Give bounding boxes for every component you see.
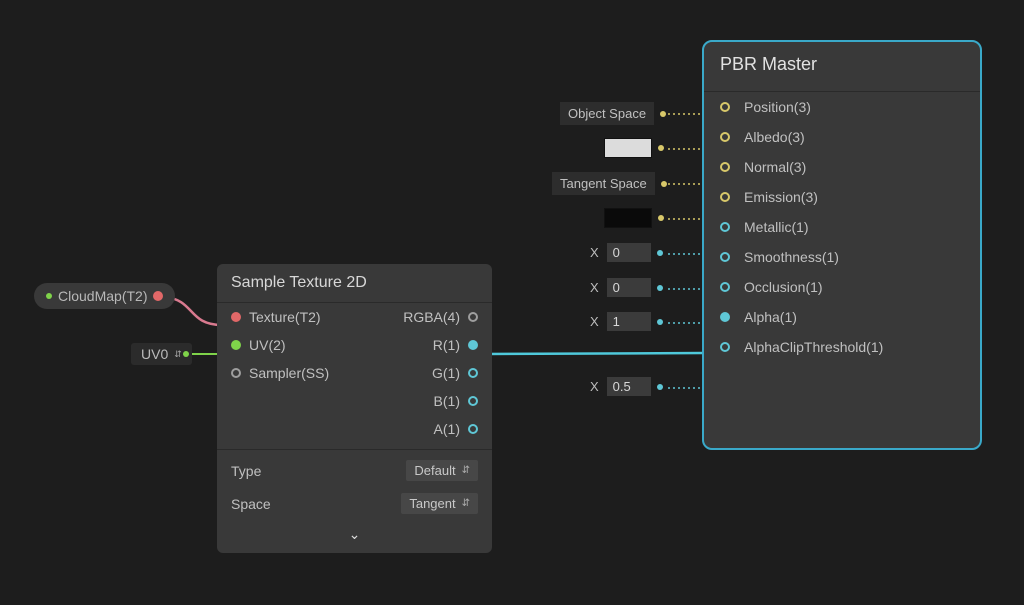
pbr-master-node[interactable]: PBR Master Position(3) Albedo(3) Normal(… [702, 40, 982, 450]
a-output-label: A(1) [434, 421, 460, 437]
g-output-port[interactable] [468, 368, 478, 378]
position-space-value: Object Space [560, 102, 654, 125]
pbr-node-title: PBR Master [704, 42, 980, 92]
connector-dot-icon [658, 215, 664, 221]
metallic-field-group[interactable]: X [590, 243, 663, 262]
alphaclip-field-group[interactable]: X [590, 377, 663, 396]
emission-swatch[interactable] [604, 208, 664, 228]
updown-icon: ⇵ [174, 350, 182, 358]
uv-input-label: UV(2) [249, 337, 286, 353]
metallic-label: Metallic(1) [744, 219, 809, 235]
normal-space-dropdown[interactable]: Tangent Space [552, 172, 667, 195]
position-port[interactable] [720, 102, 730, 112]
smoothness-port[interactable] [720, 252, 730, 262]
alphaclip-label: AlphaClipThreshold(1) [744, 339, 883, 355]
occlusion-port[interactable] [720, 282, 730, 292]
space-label: Space [231, 496, 271, 512]
alpha-port[interactable] [720, 312, 730, 322]
occlusion-field-group[interactable]: X [590, 312, 663, 331]
type-label: Type [231, 463, 261, 479]
sample-texture-2d-node[interactable]: Sample Texture 2D Texture(T2) RGBA(4) UV… [217, 264, 492, 553]
albedo-swatch[interactable] [604, 138, 664, 158]
sample-node-title: Sample Texture 2D [217, 264, 492, 303]
expand-preview-chevron-icon[interactable]: ⌄ [217, 520, 492, 553]
connector-dot-icon [661, 181, 667, 187]
alpha-label: Alpha(1) [744, 309, 797, 325]
position-label: Position(3) [744, 99, 811, 115]
rgba-output-label: RGBA(4) [403, 309, 460, 325]
status-dot-icon [46, 293, 52, 299]
color-swatch-dark[interactable] [604, 208, 652, 228]
smoothness-label: Smoothness(1) [744, 249, 839, 265]
normal-port[interactable] [720, 162, 730, 172]
smoothness-field[interactable] [607, 278, 651, 297]
uv0-label: UV0 [141, 346, 168, 362]
alphaclip-port[interactable] [720, 342, 730, 352]
color-swatch-light[interactable] [604, 138, 652, 158]
normal-space-value: Tangent Space [552, 172, 655, 195]
connector-dot-icon [657, 285, 663, 291]
albedo-port[interactable] [720, 132, 730, 142]
smoothness-field-group[interactable]: X [590, 278, 663, 297]
sampler-input-port[interactable] [231, 368, 241, 378]
cloudmap-output-port[interactable] [153, 291, 163, 301]
r-output-label: R(1) [433, 337, 460, 353]
albedo-label: Albedo(3) [744, 129, 805, 145]
x-label: X [590, 245, 601, 260]
x-label: X [590, 280, 601, 295]
metallic-port[interactable] [720, 222, 730, 232]
connector-dot-icon [657, 250, 663, 256]
position-space-dropdown[interactable]: Object Space [560, 102, 666, 125]
normal-label: Normal(3) [744, 159, 806, 175]
rgba-output-port[interactable] [468, 312, 478, 322]
emission-port[interactable] [720, 192, 730, 202]
uv-input-port[interactable] [231, 340, 241, 350]
dropdown-chevron-icon: ⇵ [462, 498, 470, 509]
type-value: Default [414, 463, 455, 478]
type-dropdown[interactable]: Default ⇵ [406, 460, 478, 481]
dropdown-chevron-icon: ⇵ [462, 465, 470, 476]
cloudmap-property-pill[interactable]: CloudMap(T2) [34, 283, 175, 309]
occlusion-label: Occlusion(1) [744, 279, 823, 295]
texture-input-port[interactable] [231, 312, 241, 322]
space-value: Tangent [409, 496, 455, 511]
cloudmap-label: CloudMap(T2) [58, 288, 147, 304]
x-label: X [590, 314, 601, 329]
alphaclip-field[interactable] [607, 377, 651, 396]
b-output-port[interactable] [468, 396, 478, 406]
connector-dot-icon [658, 145, 664, 151]
x-label: X [590, 379, 601, 394]
r-output-port[interactable] [468, 340, 478, 350]
sampler-input-label: Sampler(SS) [249, 365, 329, 381]
g-output-label: G(1) [432, 365, 460, 381]
b-output-label: B(1) [434, 393, 460, 409]
emission-label: Emission(3) [744, 189, 818, 205]
connector-dot-icon [660, 111, 666, 117]
space-dropdown[interactable]: Tangent ⇵ [401, 493, 478, 514]
connector-dot-icon [657, 384, 663, 390]
occlusion-field[interactable] [607, 312, 651, 331]
connector-dot-icon [657, 319, 663, 325]
uv0-out-dot [183, 351, 189, 357]
a-output-port[interactable] [468, 424, 478, 434]
texture-input-label: Texture(T2) [249, 309, 321, 325]
metallic-field[interactable] [607, 243, 651, 262]
